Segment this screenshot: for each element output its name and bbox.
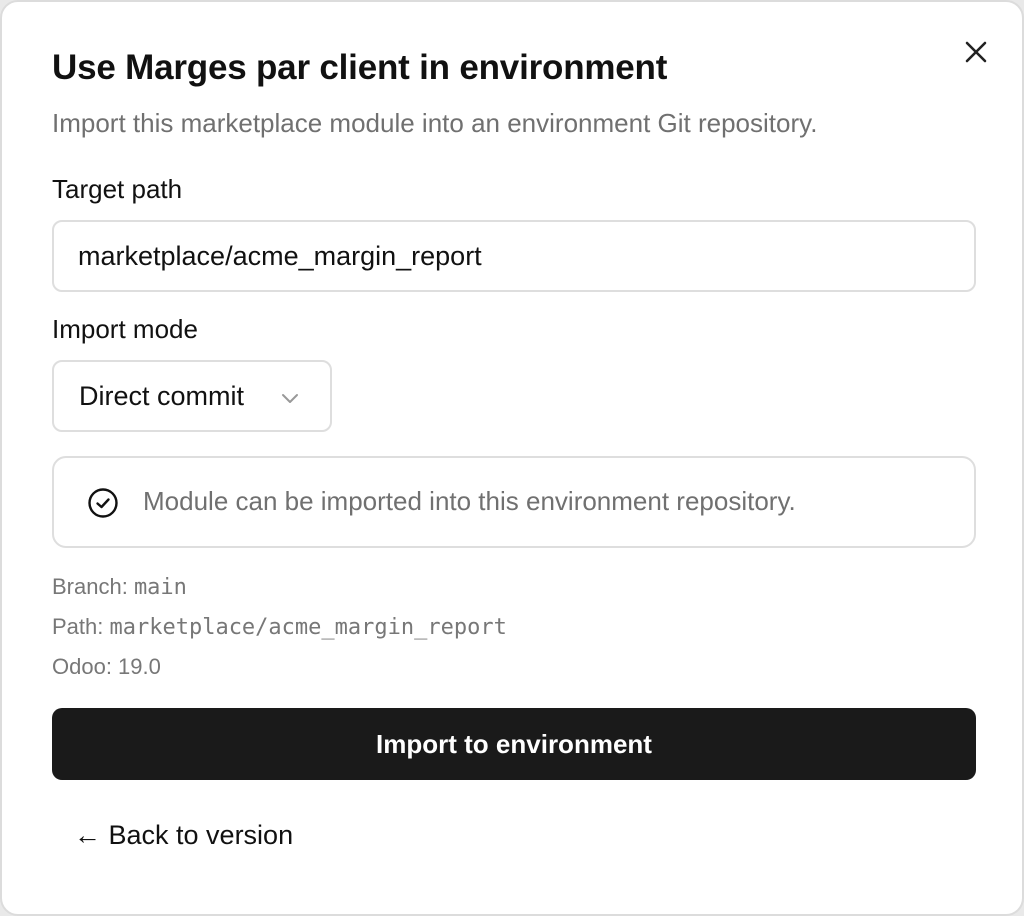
status-message: Module can be imported into this environ… <box>143 486 796 516</box>
dialog-title: Use Marges par client in environment <box>52 48 668 87</box>
close-icon <box>965 41 987 63</box>
import-mode-label: Import mode <box>52 314 198 344</box>
target-path-label: Target path <box>52 174 183 204</box>
path-label: Path: <box>52 614 110 639</box>
status-message-box: Module can be imported into this environ… <box>52 456 976 548</box>
chevron-down-icon <box>282 394 298 403</box>
path-info: Path: marketplace/acme_margin_report <box>52 614 507 640</box>
branch-value: main <box>133 575 187 600</box>
import-mode-select[interactable]: Direct commit <box>52 360 332 432</box>
import-dialog: Use Marges par client in environment Imp… <box>0 0 1024 916</box>
odoo-value: 19.0 <box>118 654 161 679</box>
import-to-environment-button[interactable]: Import to environment <box>52 708 976 780</box>
back-to-version-link[interactable]: ← Back to version <box>74 820 293 851</box>
odoo-info: Odoo: 19.0 <box>52 654 161 680</box>
branch-label: Branch: <box>52 574 134 599</box>
check-circle-icon <box>88 488 118 518</box>
target-path-input[interactable] <box>52 220 976 292</box>
import-mode-value: Direct commit <box>79 380 245 411</box>
path-value: marketplace/acme_margin_report <box>109 615 507 640</box>
branch-info: Branch: main <box>52 574 187 600</box>
odoo-label: Odoo: <box>52 654 119 679</box>
dialog-subtitle: Import this marketplace module into an e… <box>52 108 818 138</box>
close-button[interactable] <box>958 34 994 70</box>
